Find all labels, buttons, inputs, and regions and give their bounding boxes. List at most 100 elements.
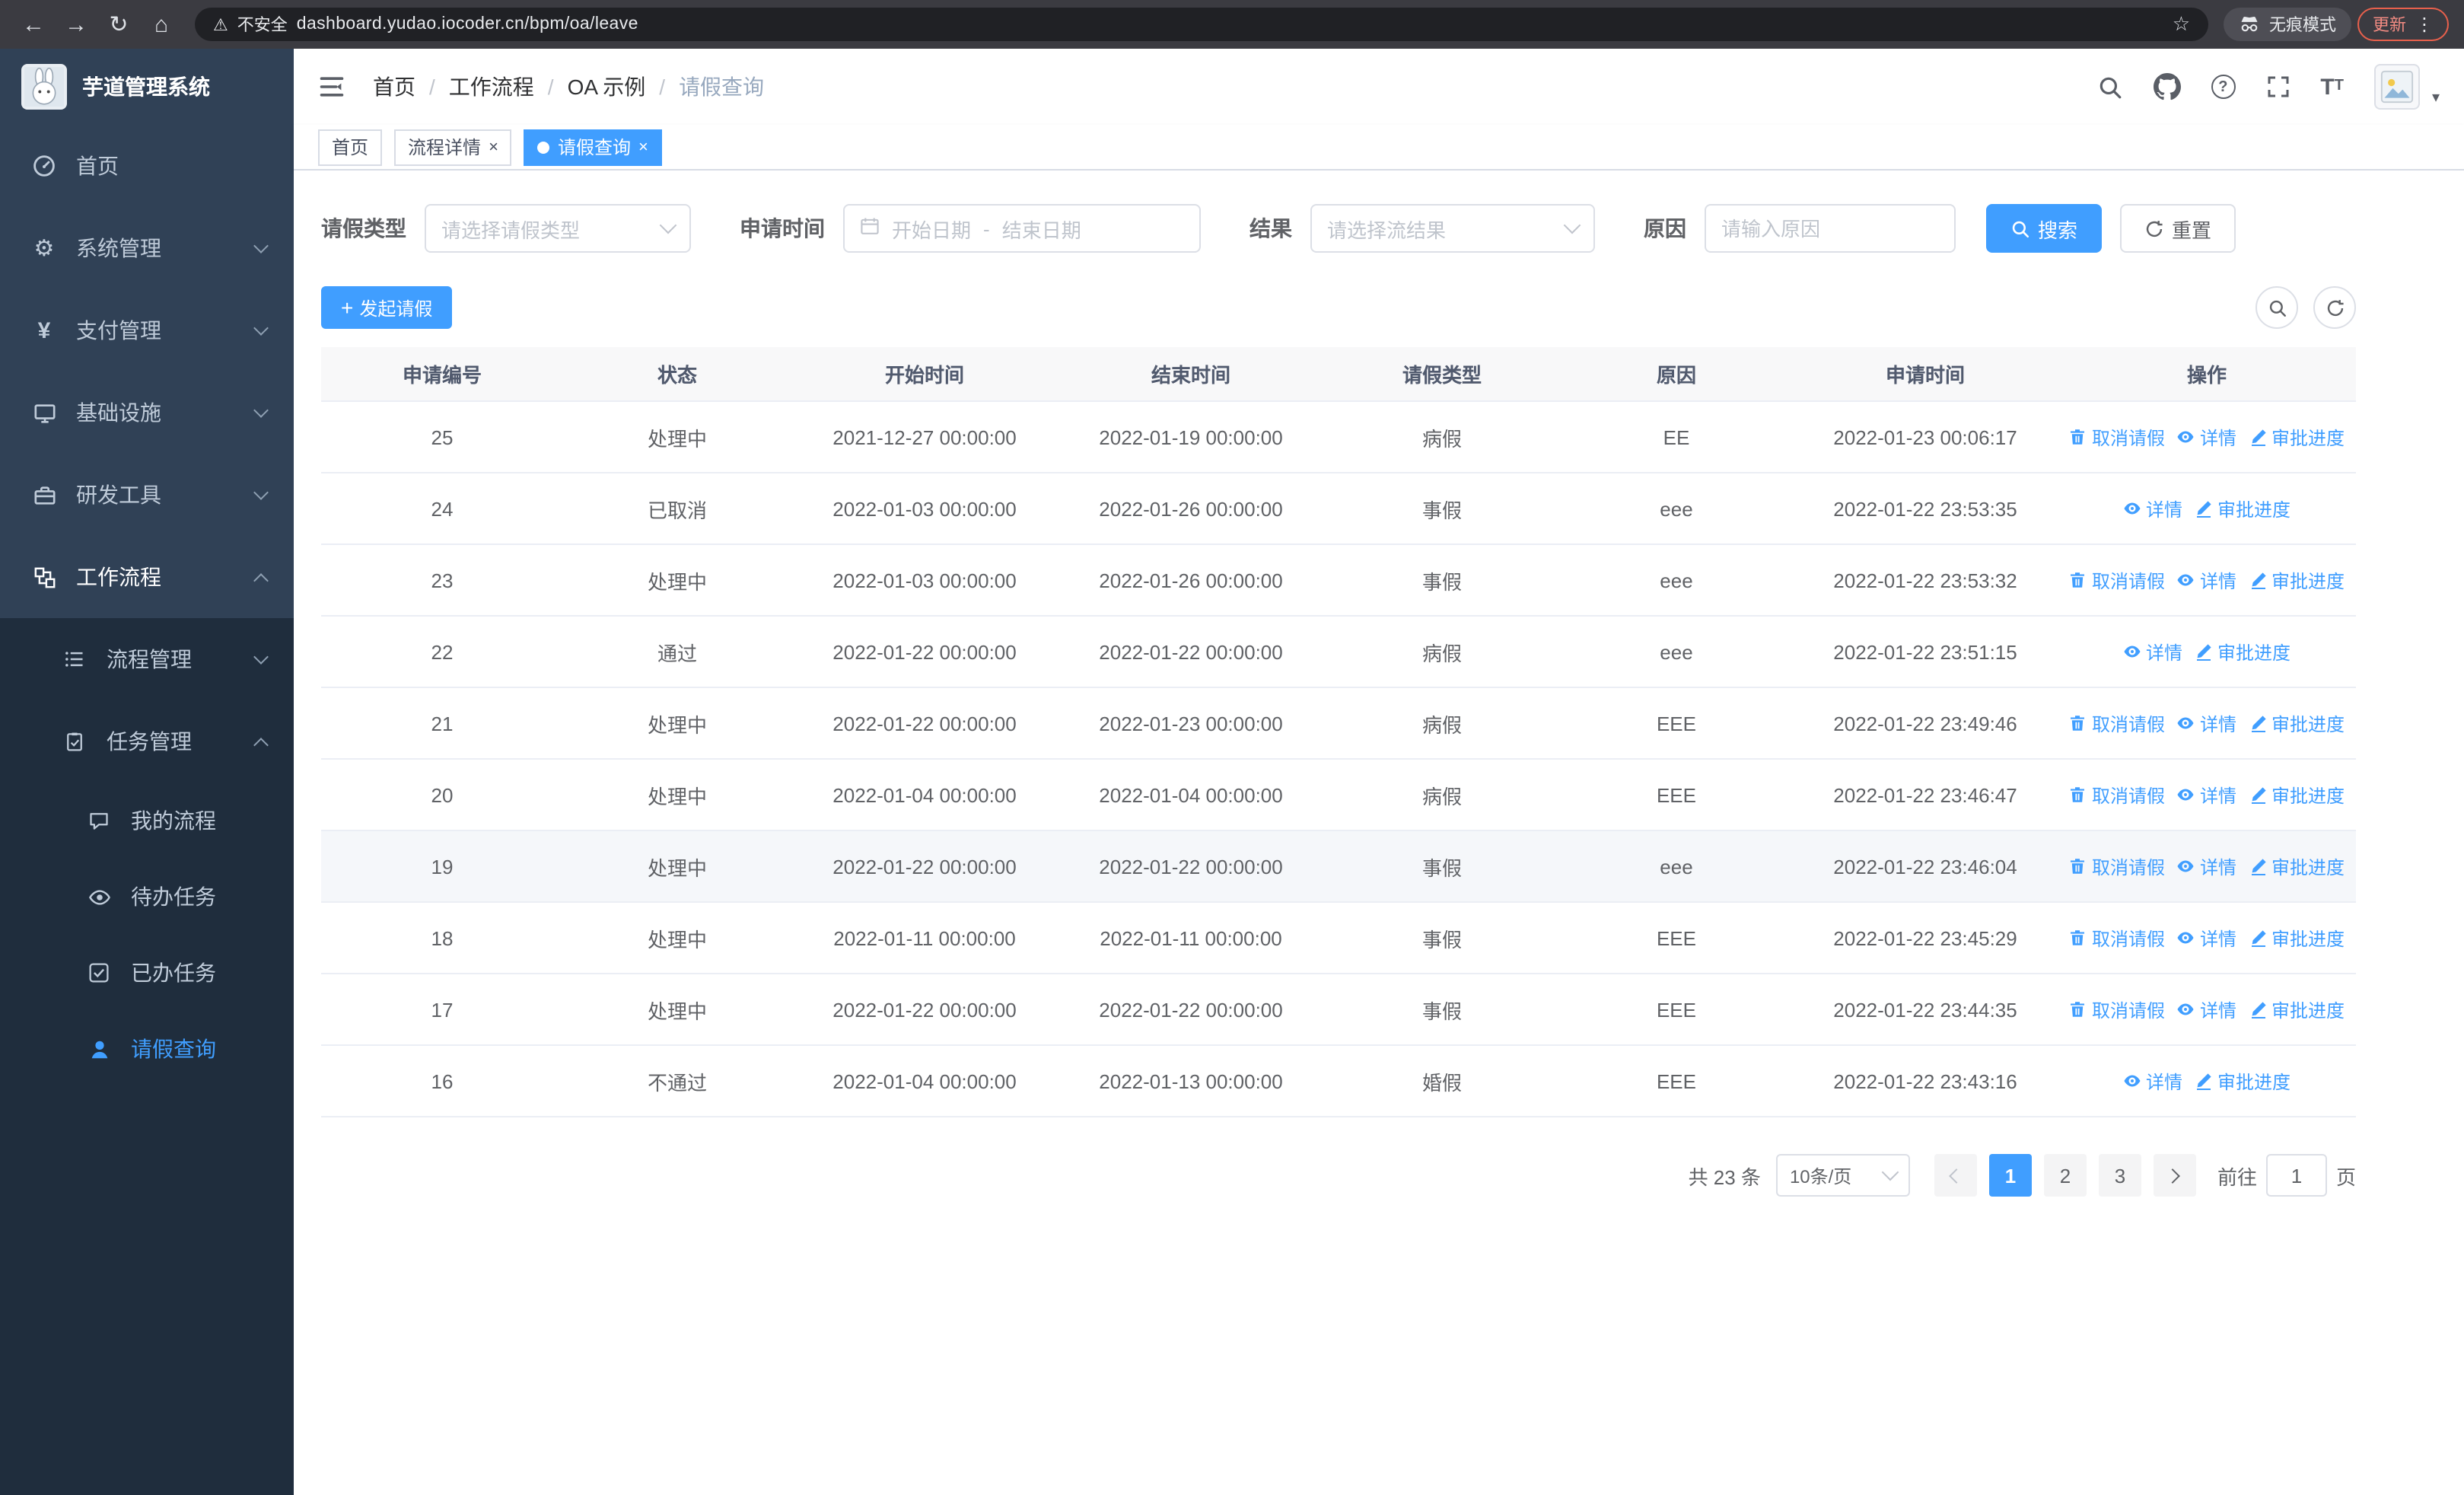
back-icon[interactable]: ← <box>15 6 52 43</box>
tab-leave-query[interactable]: 请假查询 × <box>524 129 662 165</box>
bookmark-star-icon[interactable]: ☆ <box>2173 12 2190 37</box>
close-icon[interactable]: × <box>638 138 648 156</box>
breadcrumb-home[interactable]: 首页 <box>373 72 415 102</box>
detail-link[interactable]: 详情 <box>2177 925 2236 951</box>
detail-link[interactable]: 详情 <box>2177 710 2236 736</box>
action-label: 取消请假 <box>2091 713 2165 735</box>
help-icon[interactable]: ? <box>2211 75 2236 99</box>
reset-button[interactable]: 重置 <box>2120 204 2236 253</box>
toggle-search-button[interactable] <box>2255 286 2298 329</box>
detail-link[interactable]: 详情 <box>2177 567 2236 593</box>
close-icon[interactable]: × <box>489 138 498 156</box>
breadcrumb-workflow[interactable]: 工作流程 <box>449 72 534 102</box>
detail-link[interactable]: 详情 <box>2123 639 2182 665</box>
tab-process-detail[interactable]: 流程详情 × <box>394 129 512 165</box>
sidebar-item-done-tasks[interactable]: 已办任务 <box>0 935 294 1011</box>
chevron-down-icon[interactable]: ▾ <box>2432 90 2440 110</box>
apply-time-range-picker[interactable]: 开始日期 - 结束日期 <box>843 204 1201 253</box>
approval-progress-link[interactable]: 审批进度 <box>2195 496 2291 521</box>
table-row[interactable]: 23 处理中 2022-01-03 00:00:00 2022-01-26 00:00… <box>321 545 2356 617</box>
url-text[interactable]: dashboard.yudao.iocoder.cn/bpm/oa/leave <box>297 15 638 33</box>
approval-progress-link[interactable]: 审批进度 <box>2249 853 2345 879</box>
edit-icon <box>2249 714 2267 732</box>
approval-progress-link[interactable]: 审批进度 <box>2249 782 2345 808</box>
approval-progress-link[interactable]: 审批进度 <box>2195 639 2291 665</box>
result-select[interactable]: 请选择流结果 <box>1310 204 1595 253</box>
start-date-placeholder[interactable]: 开始日期 <box>892 214 971 243</box>
avatar[interactable] <box>2373 64 2420 110</box>
sidebar-item-leave-query[interactable]: 请假查询 <box>0 1011 294 1087</box>
create-leave-button[interactable]: + 发起请假 <box>321 286 453 329</box>
sidebar-item-devtools[interactable]: 研发工具 <box>0 454 294 536</box>
table-row[interactable]: 19 处理中 2022-01-22 00:00:00 2022-01-22 00:00… <box>321 831 2356 903</box>
top-navbar: 首页 / 工作流程 / OA 示例 / 请假查询 ? T T ▾ <box>294 49 2464 125</box>
sidebar-item-todo-tasks[interactable]: 待办任务 <box>0 859 294 935</box>
cancel-leave-link[interactable]: 取消请假 <box>2069 782 2165 808</box>
table-row[interactable]: 20 处理中 2022-01-04 00:00:00 2022-01-04 00:00… <box>321 760 2356 831</box>
table-row[interactable]: 16 不通过 2022-01-04 00:00:00 2022-01-13 00:00… <box>321 1046 2356 1117</box>
approval-progress-link[interactable]: 审批进度 <box>2249 424 2345 450</box>
fullscreen-icon[interactable] <box>2265 75 2290 99</box>
page-size-select[interactable]: 10条/页 <box>1775 1154 1910 1197</box>
search-icon[interactable] <box>2096 74 2122 100</box>
sidebar-item-system[interactable]: ⚙ 系统管理 <box>0 207 294 289</box>
detail-link[interactable]: 详情 <box>2177 853 2236 879</box>
detail-link[interactable]: 详情 <box>2123 496 2182 521</box>
approval-progress-link[interactable]: 审批进度 <box>2195 1068 2291 1094</box>
approval-progress-link[interactable]: 审批进度 <box>2249 996 2345 1022</box>
cancel-leave-link[interactable]: 取消请假 <box>2069 424 2165 450</box>
cancel-leave-link[interactable]: 取消请假 <box>2069 996 2165 1022</box>
sidebar-item-payment[interactable]: ¥ 支付管理 <box>0 289 294 371</box>
forward-icon[interactable]: → <box>58 6 94 43</box>
chevron-down-icon <box>1881 1163 1899 1181</box>
refresh-table-button[interactable] <box>2313 286 2356 329</box>
sidebar-item-process-mgmt[interactable]: 流程管理 <box>0 618 294 700</box>
table-row[interactable]: 17 处理中 2022-01-22 00:00:00 2022-01-22 00:00… <box>321 974 2356 1046</box>
sidebar-item-label: 系统管理 <box>76 236 161 260</box>
hamburger-icon[interactable] <box>318 72 349 102</box>
table-row[interactable]: 18 处理中 2022-01-11 00:00:00 2022-01-11 00:00… <box>321 903 2356 974</box>
sidebar-item-home[interactable]: 首页 <box>0 125 294 207</box>
sidebar-item-task-mgmt[interactable]: 任务管理 <box>0 700 294 783</box>
breadcrumb-oa[interactable]: OA 示例 <box>568 72 646 102</box>
next-page-button[interactable] <box>2153 1154 2196 1197</box>
page-button-3[interactable]: 3 <box>2098 1154 2141 1197</box>
table-row[interactable]: 25 处理中 2021-12-27 00:00:00 2022-01-19 00:00… <box>321 402 2356 473</box>
browser-menu-icon[interactable]: ⋮ <box>2415 14 2434 35</box>
approval-progress-link[interactable]: 审批进度 <box>2249 567 2345 593</box>
sidebar-item-workflow[interactable]: 工作流程 <box>0 536 294 618</box>
font-size-icon[interactable]: TT <box>2320 75 2344 98</box>
page-button-2[interactable]: 2 <box>2043 1154 2087 1197</box>
table-row[interactable]: 22 通过 2022-01-22 00:00:00 2022-01-22 00:00:… <box>321 617 2356 688</box>
detail-link[interactable]: 详情 <box>2123 1068 2182 1094</box>
detail-link[interactable]: 详情 <box>2177 782 2236 808</box>
goto-page-input[interactable] <box>2265 1154 2327 1197</box>
address-bar[interactable]: ⚠ 不安全 dashboard.yudao.iocoder.cn/bpm/oa/… <box>195 8 2208 41</box>
prev-page-button[interactable] <box>1934 1154 1977 1197</box>
reload-icon[interactable]: ↻ <box>100 6 137 43</box>
cancel-leave-link[interactable]: 取消请假 <box>2069 925 2165 951</box>
table-row[interactable]: 21 处理中 2022-01-22 00:00:00 2022-01-23 00:00… <box>321 688 2356 760</box>
detail-link[interactable]: 详情 <box>2177 996 2236 1022</box>
search-button[interactable]: 搜索 <box>1986 204 2103 253</box>
approval-progress-link[interactable]: 审批进度 <box>2249 925 2345 951</box>
update-label[interactable]: 更新 <box>2373 12 2406 37</box>
page-button-1[interactable]: 1 <box>1988 1154 2032 1197</box>
cell-apply_time: 2022-01-22 23:53:35 <box>1833 497 2017 520</box>
cancel-leave-link[interactable]: 取消请假 <box>2069 853 2165 879</box>
home-icon[interactable]: ⌂ <box>143 6 180 43</box>
sidebar-item-my-process[interactable]: 我的流程 <box>0 783 294 859</box>
end-date-placeholder[interactable]: 结束日期 <box>1002 214 1081 243</box>
github-icon[interactable] <box>2153 73 2181 100</box>
reason-input[interactable] <box>1705 204 1956 253</box>
security-label[interactable]: 不安全 <box>237 12 288 37</box>
approval-progress-link[interactable]: 审批进度 <box>2249 710 2345 736</box>
table-row[interactable]: 24 已取消 2022-01-03 00:00:00 2022-01-26 00:00… <box>321 473 2356 545</box>
detail-link[interactable]: 详情 <box>2177 424 2236 450</box>
sidebar-item-infra[interactable]: 基础设施 <box>0 371 294 454</box>
cancel-leave-link[interactable]: 取消请假 <box>2069 567 2165 593</box>
leave-type-select[interactable]: 请选择请假类型 <box>425 204 691 253</box>
tab-home[interactable]: 首页 <box>318 129 383 165</box>
browser-update-button[interactable]: 更新 ⋮ <box>2357 8 2449 41</box>
cancel-leave-link[interactable]: 取消请假 <box>2069 710 2165 736</box>
